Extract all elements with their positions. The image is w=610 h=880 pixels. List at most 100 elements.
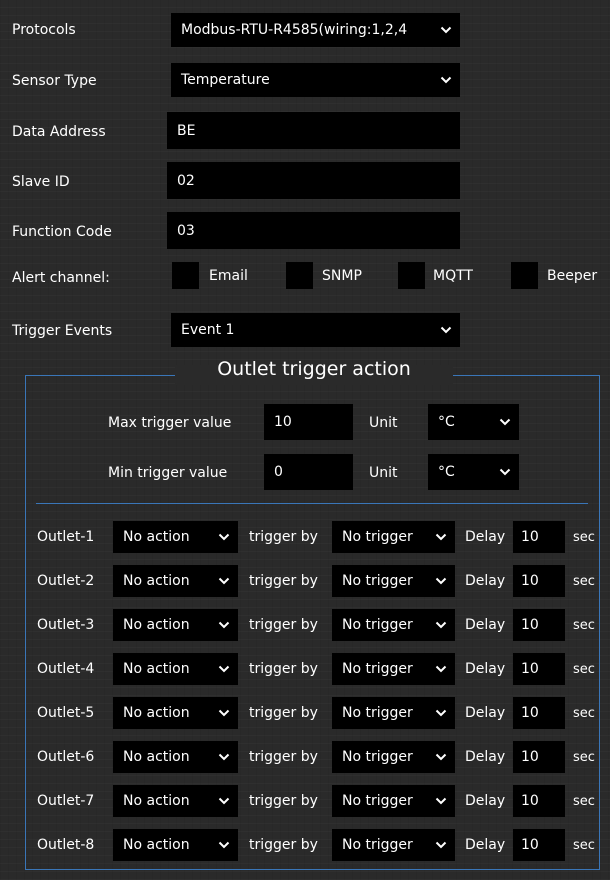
outlet-action-select[interactable]: No action	[113, 829, 238, 861]
trigger-events-value: Event 1	[181, 322, 235, 338]
outlet-action-value: No action	[123, 837, 190, 853]
sensor-type-select[interactable]: Temperature	[171, 63, 460, 97]
outlet-action-select[interactable]: No action	[113, 609, 238, 641]
snmp-checkbox-label: SNMP	[322, 268, 362, 284]
data-address-input[interactable]: BE	[167, 112, 460, 149]
outlet-trigger-select[interactable]: No trigger	[332, 785, 455, 817]
outlet-action-select[interactable]: No action	[113, 653, 238, 685]
beeper-checkbox-label: Beeper	[547, 268, 598, 284]
delay-label: Delay	[465, 661, 506, 677]
sec-label: sec	[573, 618, 595, 633]
outlet-name: Outlet-4	[37, 661, 95, 677]
max-trigger-input[interactable]: 10	[264, 404, 353, 440]
outlet-action-value: No action	[123, 705, 190, 721]
chevron-down-icon	[218, 621, 230, 629]
sec-label: sec	[573, 706, 595, 721]
sec-label: sec	[573, 750, 595, 765]
chevron-down-icon	[435, 533, 447, 541]
outlet-action-select[interactable]: No action	[113, 697, 238, 729]
chevron-down-icon	[218, 533, 230, 541]
function-code-input[interactable]: 03	[167, 212, 460, 249]
outlet-action-select[interactable]: No action	[113, 785, 238, 817]
outlet-trigger-select[interactable]: No trigger	[332, 609, 455, 641]
sensor-type-value: Temperature	[181, 72, 270, 88]
sec-label: sec	[573, 574, 595, 589]
max-unit-label: Unit	[369, 415, 398, 431]
data-address-value: BE	[177, 122, 196, 139]
outlet-delay-input[interactable]: 10	[513, 697, 565, 729]
chevron-down-icon	[499, 468, 511, 476]
outlet-action-value: No action	[123, 749, 190, 765]
min-trigger-input[interactable]: 0	[264, 454, 353, 490]
email-checkbox[interactable]	[172, 262, 199, 289]
protocols-select[interactable]: Modbus-RTU-R4585(wiring:1,2,4	[171, 13, 460, 47]
outlet-delay-input[interactable]: 10	[513, 565, 565, 597]
outlet-delay-input[interactable]: 10	[513, 741, 565, 773]
mqtt-checkbox[interactable]	[398, 262, 425, 289]
outlet-action-select[interactable]: No action	[113, 741, 238, 773]
protocols-value: Modbus-RTU-R4585(wiring:1,2,4	[181, 22, 408, 38]
outlet-trigger-select[interactable]: No trigger	[332, 829, 455, 861]
chevron-down-icon	[435, 577, 447, 585]
delay-label: Delay	[465, 573, 506, 589]
outlet-action-value: No action	[123, 529, 190, 545]
beeper-checkbox[interactable]	[511, 262, 538, 289]
outlet-row-6: Outlet-6 No action trigger by No trigger…	[0, 741, 610, 773]
outlet-trigger-select[interactable]: No trigger	[332, 697, 455, 729]
outlet-delay-input[interactable]: 10	[513, 785, 565, 817]
delay-label: Delay	[465, 705, 506, 721]
trigger-by-label: trigger by	[249, 573, 318, 589]
chevron-down-icon	[218, 797, 230, 805]
outlet-name: Outlet-1	[37, 529, 95, 545]
chevron-down-icon	[218, 665, 230, 673]
outlet-row-2: Outlet-2 No action trigger by No trigger…	[0, 565, 610, 597]
chevron-down-icon	[435, 621, 447, 629]
min-trigger-value: 0	[274, 464, 283, 480]
outlet-trigger-select[interactable]: No trigger	[332, 741, 455, 773]
outlet-action-value: No action	[123, 793, 190, 809]
chevron-down-icon	[499, 418, 511, 426]
outlet-row-4: Outlet-4 No action trigger by No trigger…	[0, 653, 610, 685]
outlet-trigger-select[interactable]: No trigger	[332, 653, 455, 685]
outlet-row-8: Outlet-8 No action trigger by No trigger…	[0, 829, 610, 861]
chevron-down-icon	[218, 753, 230, 761]
trigger-by-label: trigger by	[249, 529, 318, 545]
max-unit-select[interactable]: °C	[428, 404, 519, 440]
trigger-events-select[interactable]: Event 1	[171, 313, 460, 347]
outlet-delay-input[interactable]: 10	[513, 829, 565, 861]
outlet-action-select[interactable]: No action	[113, 521, 238, 553]
outlet-action-select[interactable]: No action	[113, 565, 238, 597]
email-checkbox-label: Email	[209, 268, 248, 284]
sec-label: sec	[573, 530, 595, 545]
outlet-trigger-legend: Outlet trigger action	[217, 358, 411, 380]
outlet-delay-value: 10	[521, 529, 539, 545]
chevron-down-icon	[218, 709, 230, 717]
outlet-delay-input[interactable]: 10	[513, 653, 565, 685]
trigger-by-label: trigger by	[249, 661, 318, 677]
chevron-down-icon	[435, 709, 447, 717]
outlet-delay-value: 10	[521, 793, 539, 809]
outlet-delay-input[interactable]: 10	[513, 609, 565, 641]
outlet-name: Outlet-7	[37, 793, 95, 809]
min-unit-select[interactable]: °C	[428, 454, 519, 490]
outlet-delay-value: 10	[521, 749, 539, 765]
outlet-trigger-select[interactable]: No trigger	[332, 521, 455, 553]
function-code-value: 03	[177, 222, 195, 239]
outlet-trigger-value: No trigger	[342, 793, 413, 809]
outlet-delay-value: 10	[521, 617, 539, 633]
delay-label: Delay	[465, 749, 506, 765]
min-unit-label: Unit	[369, 465, 398, 481]
chevron-down-icon	[440, 326, 452, 334]
chevron-down-icon	[440, 76, 452, 84]
outlet-delay-input[interactable]: 10	[513, 521, 565, 553]
outlet-delay-value: 10	[521, 573, 539, 589]
delay-label: Delay	[465, 617, 506, 633]
chevron-down-icon	[435, 665, 447, 673]
outlet-trigger-select[interactable]: No trigger	[332, 565, 455, 597]
snmp-checkbox[interactable]	[286, 262, 313, 289]
outlet-row-1: Outlet-1 No action trigger by No trigger…	[0, 521, 610, 553]
slave-id-input[interactable]: 02	[167, 162, 460, 199]
min-trigger-label: Min trigger value	[108, 465, 228, 481]
outlet-trigger-value: No trigger	[342, 661, 413, 677]
chevron-down-icon	[218, 577, 230, 585]
